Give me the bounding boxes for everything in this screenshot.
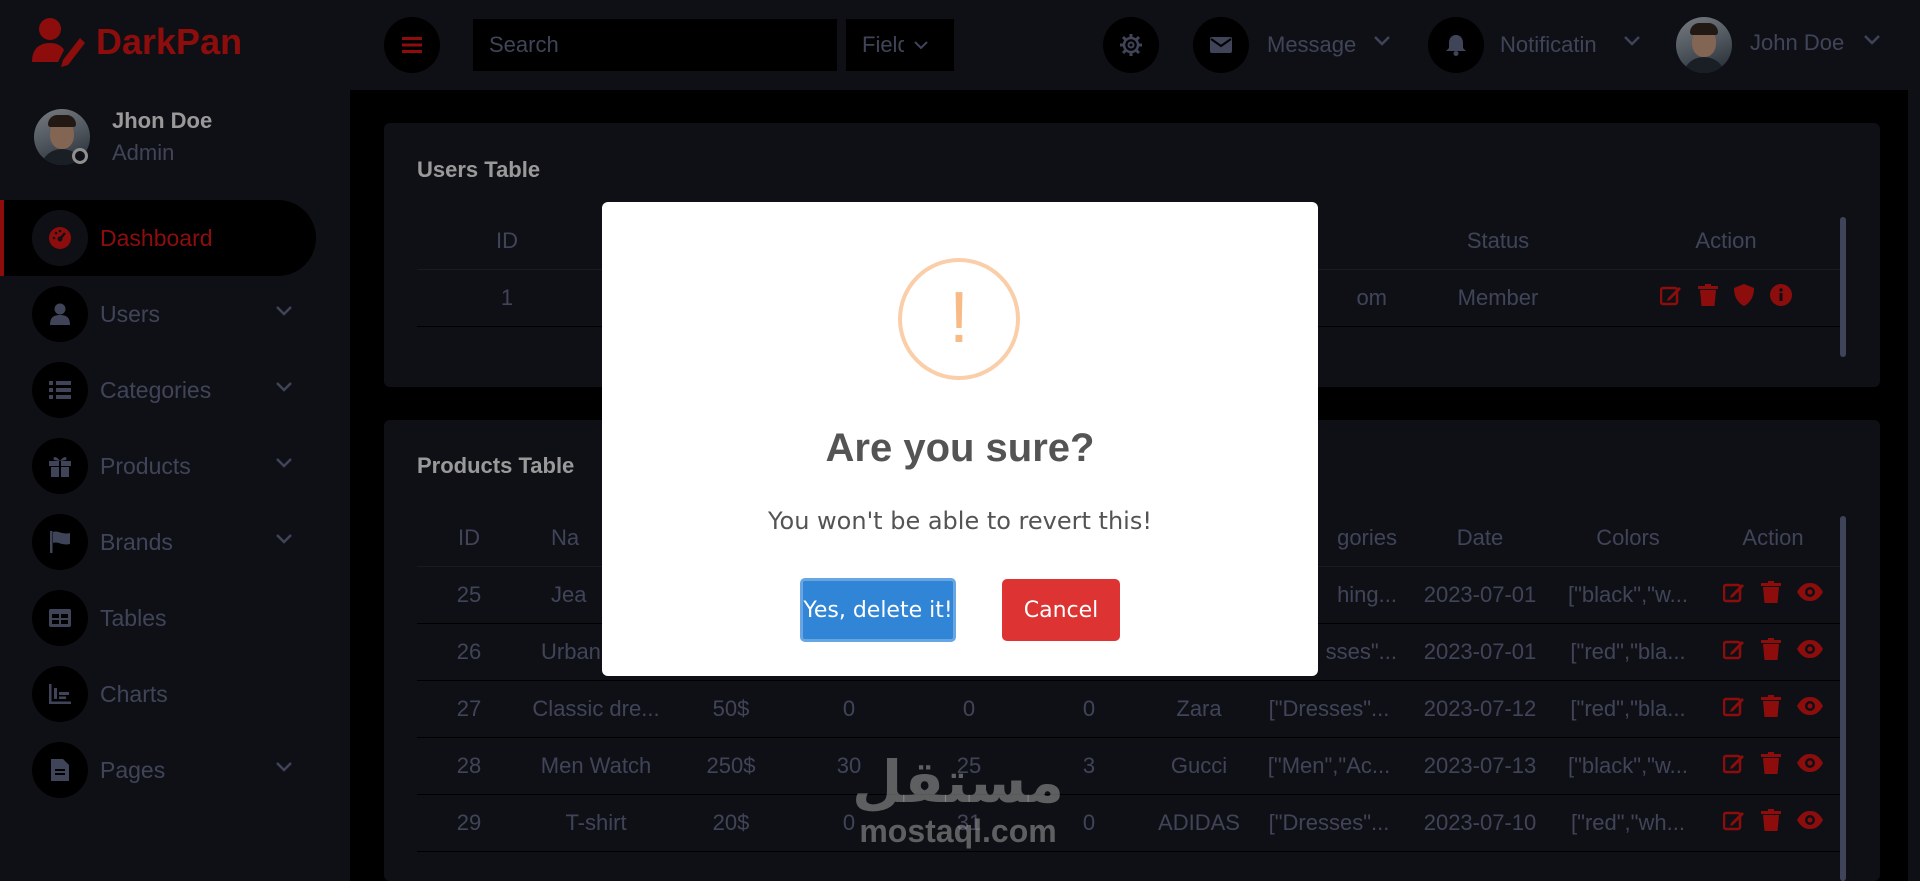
confirm-dialog: ! Are you sure? You won't be able to rev… xyxy=(602,202,1318,676)
confirm-delete-button[interactable]: Yes, delete it! xyxy=(800,578,956,642)
watermark-arabic: مستقل xyxy=(851,750,1065,815)
watermark-latin: mostaql.com xyxy=(859,813,1057,849)
cancel-button[interactable]: Cancel xyxy=(1002,579,1120,641)
watermark: مستقل mostaql.com xyxy=(838,750,1078,849)
dialog-message: You won't be able to revert this! xyxy=(768,507,1152,535)
app-root: DarkPan Jhon Doe Admin Dashboard Users C… xyxy=(0,0,1920,881)
warning-icon: ! xyxy=(898,258,1020,380)
dialog-title: Are you sure? xyxy=(825,426,1095,470)
